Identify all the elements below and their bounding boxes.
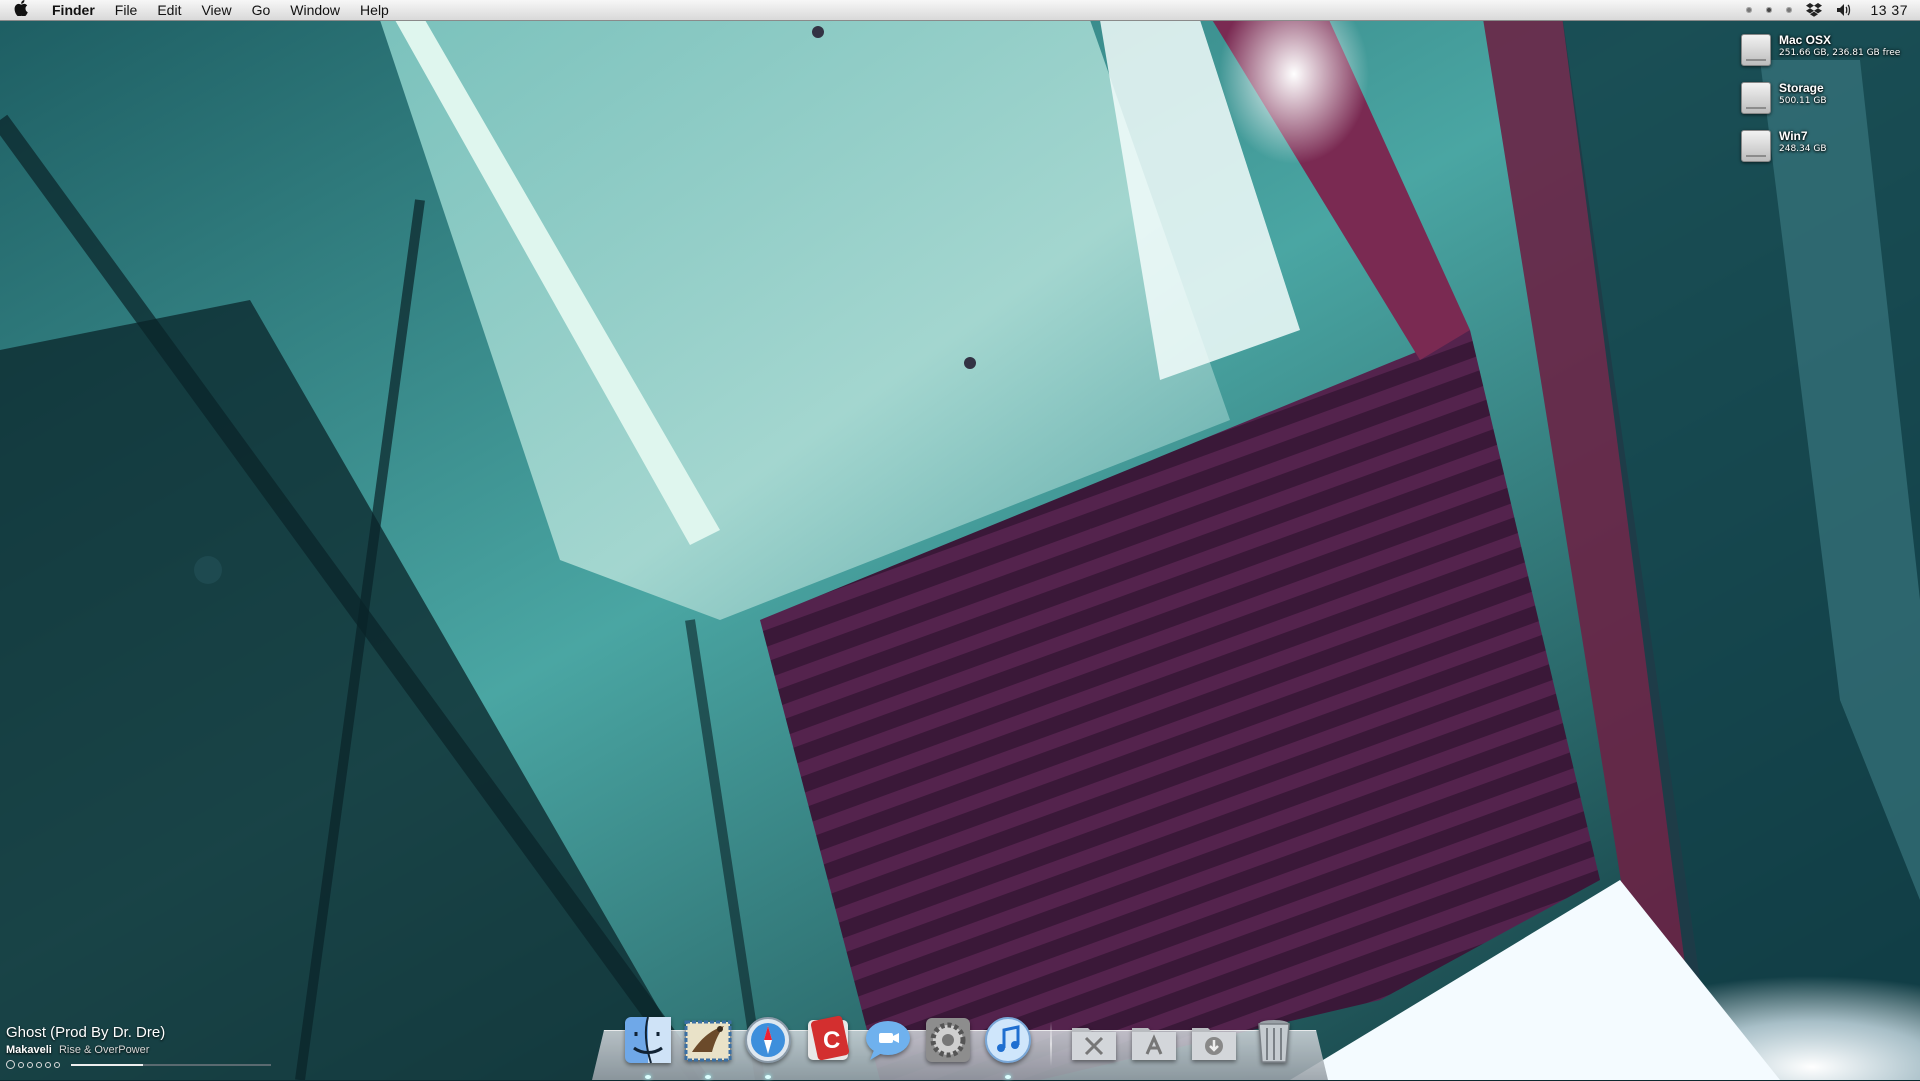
- hard-drive-icon: [1741, 82, 1771, 114]
- now-playing-song: Ghost (Prod By Dr. Dre): [6, 1024, 166, 1041]
- menu-go[interactable]: Go: [242, 0, 281, 20]
- playback-progress-bar[interactable]: [71, 1063, 271, 1066]
- drive-info: 248.34 GB: [1779, 144, 1827, 154]
- menu-bar: Finder File Edit View Go Window Help 13 …: [0, 0, 1920, 21]
- volume-icon[interactable]: [1836, 3, 1852, 17]
- dropbox-icon[interactable]: [1806, 3, 1823, 17]
- applications-folder-icon[interactable]: [1128, 1014, 1180, 1066]
- now-playing-album: Rise & OverPower: [58, 1044, 150, 1056]
- utilities-folder-icon[interactable]: [1068, 1014, 1120, 1066]
- menu-edit[interactable]: Edit: [147, 0, 191, 20]
- finder-icon[interactable]: [622, 1014, 674, 1079]
- hard-drive-icon: [1741, 34, 1771, 66]
- drive-name: Mac OSX: [1779, 33, 1832, 47]
- system-preferences-icon[interactable]: [922, 1014, 974, 1066]
- desktop-drive-mac-osx[interactable]: Mac OSX 251.66 GB, 236.81 GB free: [1741, 34, 1920, 66]
- desktop-drive-storage[interactable]: Storage 500.11 GB: [1741, 82, 1920, 114]
- apple-menu-icon[interactable]: [0, 0, 42, 20]
- mail-icon[interactable]: [682, 1014, 734, 1079]
- dock-separator: [1050, 1022, 1052, 1066]
- drive-info: 500.11 GB: [1779, 96, 1827, 106]
- desktop-drive-win7[interactable]: Win7 248.34 GB: [1741, 130, 1920, 162]
- dock: C: [622, 1006, 1300, 1079]
- rating-star-icon[interactable]: [45, 1061, 51, 1068]
- rating-star-icon[interactable]: [27, 1061, 33, 1068]
- playback-progress-fill: [71, 1063, 143, 1066]
- safari-icon[interactable]: [742, 1014, 794, 1079]
- itunes-icon[interactable]: [982, 1014, 1034, 1079]
- menu-help[interactable]: Help: [350, 0, 399, 20]
- drive-name: Win7: [1779, 129, 1808, 143]
- rating-star-icon[interactable]: [36, 1061, 42, 1068]
- svg-text:C: C: [823, 1027, 840, 1054]
- menu-file[interactable]: File: [105, 0, 148, 20]
- drive-name: Storage: [1779, 81, 1824, 95]
- status-dot-icon[interactable]: [1746, 7, 1753, 13]
- hard-drive-icon: [1741, 130, 1771, 162]
- now-playing-widget: Ghost (Prod By Dr. Dre) Makaveli Rise & …: [6, 1024, 271, 1069]
- rating-star-icon[interactable]: [18, 1061, 24, 1068]
- drive-info: 251.66 GB, 236.81 GB free: [1779, 48, 1901, 58]
- status-dot-icon[interactable]: [1766, 7, 1773, 13]
- downloads-folder-icon[interactable]: [1188, 1014, 1240, 1066]
- running-indicator: [645, 1075, 651, 1079]
- trash-icon[interactable]: [1248, 1014, 1300, 1066]
- status-dot-icon[interactable]: [1786, 7, 1793, 13]
- menubar-clock[interactable]: 13 37: [1866, 2, 1908, 18]
- menu-view[interactable]: View: [191, 0, 241, 20]
- rating-star-icon[interactable]: [54, 1061, 60, 1068]
- desktop-wallpaper: [0, 0, 1920, 1080]
- coda-icon[interactable]: C: [802, 1014, 854, 1066]
- settings-icon[interactable]: [6, 1060, 15, 1069]
- running-indicator: [765, 1075, 771, 1079]
- ichat-icon[interactable]: [862, 1014, 914, 1066]
- running-indicator: [705, 1075, 711, 1079]
- now-playing-artist: Makaveli: [6, 1044, 52, 1056]
- menu-finder[interactable]: Finder: [42, 0, 105, 20]
- running-indicator: [1005, 1075, 1011, 1079]
- menu-window[interactable]: Window: [280, 0, 350, 20]
